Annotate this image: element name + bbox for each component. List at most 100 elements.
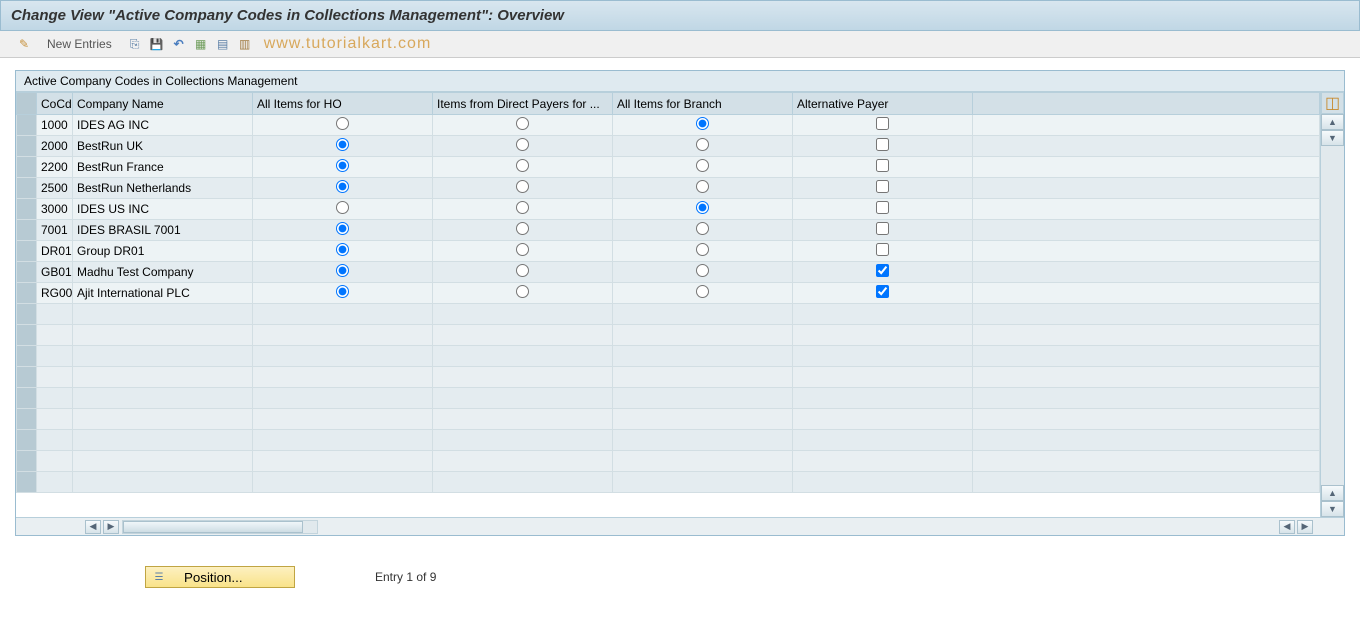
radio-branch[interactable] [696, 222, 709, 235]
hscroll-left-button[interactable]: ◀ [85, 520, 101, 534]
cell-company-name[interactable]: IDES BRASIL 7001 [73, 220, 253, 241]
cell-cocd[interactable]: 1000 [37, 115, 73, 136]
radio-ho[interactable] [336, 285, 349, 298]
scroll-down-button[interactable]: ▼ [1321, 501, 1344, 517]
cell-company-name[interactable]: IDES US INC [73, 199, 253, 220]
checkbox-altpay[interactable] [876, 180, 889, 193]
radio-branch[interactable] [696, 117, 709, 130]
col-header-direct[interactable]: Items from Direct Payers for ... [433, 93, 613, 115]
radio-branch[interactable] [696, 285, 709, 298]
checkbox-altpay[interactable] [876, 138, 889, 151]
new-entries-button[interactable]: New Entries [47, 37, 112, 51]
hscroll-right-left-button[interactable]: ◀ [1279, 520, 1295, 534]
undo-icon[interactable] [170, 35, 188, 53]
radio-branch[interactable] [696, 159, 709, 172]
radio-branch[interactable] [696, 138, 709, 151]
hscroll-right-button[interactable]: ▶ [103, 520, 119, 534]
checkbox-altpay[interactable] [876, 222, 889, 235]
radio-ho[interactable] [336, 138, 349, 151]
row-selector[interactable] [17, 430, 37, 451]
edit-icon[interactable] [15, 35, 33, 53]
scroll-up-step-button[interactable]: ▼ [1321, 130, 1344, 146]
checkbox-altpay[interactable] [876, 285, 889, 298]
cell-company-name[interactable]: Group DR01 [73, 241, 253, 262]
radio-ho[interactable] [336, 180, 349, 193]
row-selector[interactable] [17, 262, 37, 283]
radio-direct[interactable] [516, 222, 529, 235]
radio-ho[interactable] [336, 222, 349, 235]
row-selector[interactable] [17, 199, 37, 220]
row-selector[interactable] [17, 115, 37, 136]
radio-direct[interactable] [516, 117, 529, 130]
configure-columns-button[interactable] [1321, 92, 1344, 114]
cell-cocd[interactable]: 2500 [37, 178, 73, 199]
row-selector[interactable] [17, 220, 37, 241]
radio-direct[interactable] [516, 159, 529, 172]
row-selector[interactable] [17, 409, 37, 430]
col-header-altpay[interactable]: Alternative Payer [793, 93, 973, 115]
row-selector[interactable] [17, 157, 37, 178]
checkbox-altpay[interactable] [876, 117, 889, 130]
cell-cocd[interactable]: 2000 [37, 136, 73, 157]
cell-cocd[interactable]: GB01 [37, 262, 73, 283]
cell-company-name[interactable]: Ajit International PLC [73, 283, 253, 304]
save-icon[interactable] [148, 35, 166, 53]
scroll-down-step-button[interactable]: ▲ [1321, 485, 1344, 501]
deselect-icon[interactable] [236, 35, 254, 53]
radio-ho[interactable] [336, 117, 349, 130]
hscroll-track-left[interactable] [122, 520, 318, 534]
position-button[interactable]: Position... [145, 566, 295, 588]
row-selector[interactable] [17, 136, 37, 157]
row-selector[interactable] [17, 472, 37, 493]
hscroll-thumb-left[interactable] [123, 521, 303, 533]
radio-ho[interactable] [336, 159, 349, 172]
col-header-select[interactable] [17, 93, 37, 115]
copy-icon[interactable] [126, 35, 144, 53]
cell-cocd[interactable]: DR01 [37, 241, 73, 262]
checkbox-altpay[interactable] [876, 201, 889, 214]
cell-company-name[interactable]: BestRun France [73, 157, 253, 178]
checkbox-altpay[interactable] [876, 159, 889, 172]
radio-direct[interactable] [516, 264, 529, 277]
radio-branch[interactable] [696, 264, 709, 277]
row-selector[interactable] [17, 283, 37, 304]
radio-branch[interactable] [696, 201, 709, 214]
radio-ho[interactable] [336, 201, 349, 214]
row-selector[interactable] [17, 367, 37, 388]
row-selector[interactable] [17, 325, 37, 346]
cell-company-name[interactable]: Madhu Test Company [73, 262, 253, 283]
hscroll-right-right-button[interactable]: ▶ [1297, 520, 1313, 534]
cell-cocd[interactable]: RG00 [37, 283, 73, 304]
row-selector[interactable] [17, 388, 37, 409]
scroll-track[interactable] [1321, 146, 1344, 485]
col-header-name[interactable]: Company Name [73, 93, 253, 115]
checkbox-altpay[interactable] [876, 264, 889, 277]
checkbox-altpay[interactable] [876, 243, 889, 256]
cell-cocd[interactable]: 2200 [37, 157, 73, 178]
cell-cocd[interactable]: 3000 [37, 199, 73, 220]
cell-company-name[interactable]: BestRun Netherlands [73, 178, 253, 199]
radio-branch[interactable] [696, 243, 709, 256]
row-selector[interactable] [17, 346, 37, 367]
row-selector[interactable] [17, 304, 37, 325]
cell-cocd[interactable]: 7001 [37, 220, 73, 241]
radio-direct[interactable] [516, 201, 529, 214]
radio-direct[interactable] [516, 285, 529, 298]
radio-direct[interactable] [516, 138, 529, 151]
col-header-ho[interactable]: All Items for HO [253, 93, 433, 115]
radio-direct[interactable] [516, 180, 529, 193]
col-header-branch[interactable]: All Items for Branch [613, 93, 793, 115]
radio-ho[interactable] [336, 243, 349, 256]
row-selector[interactable] [17, 178, 37, 199]
radio-direct[interactable] [516, 243, 529, 256]
col-header-cocd[interactable]: CoCd [37, 93, 73, 115]
row-selector[interactable] [17, 451, 37, 472]
row-selector[interactable] [17, 241, 37, 262]
select-all-icon[interactable] [192, 35, 210, 53]
cell-company-name[interactable]: BestRun UK [73, 136, 253, 157]
radio-ho[interactable] [336, 264, 349, 277]
select-block-icon[interactable] [214, 35, 232, 53]
vertical-scrollbar[interactable]: ▲ ▼ ▲ ▼ [1321, 114, 1344, 517]
cell-company-name[interactable]: IDES AG INC [73, 115, 253, 136]
radio-branch[interactable] [696, 180, 709, 193]
